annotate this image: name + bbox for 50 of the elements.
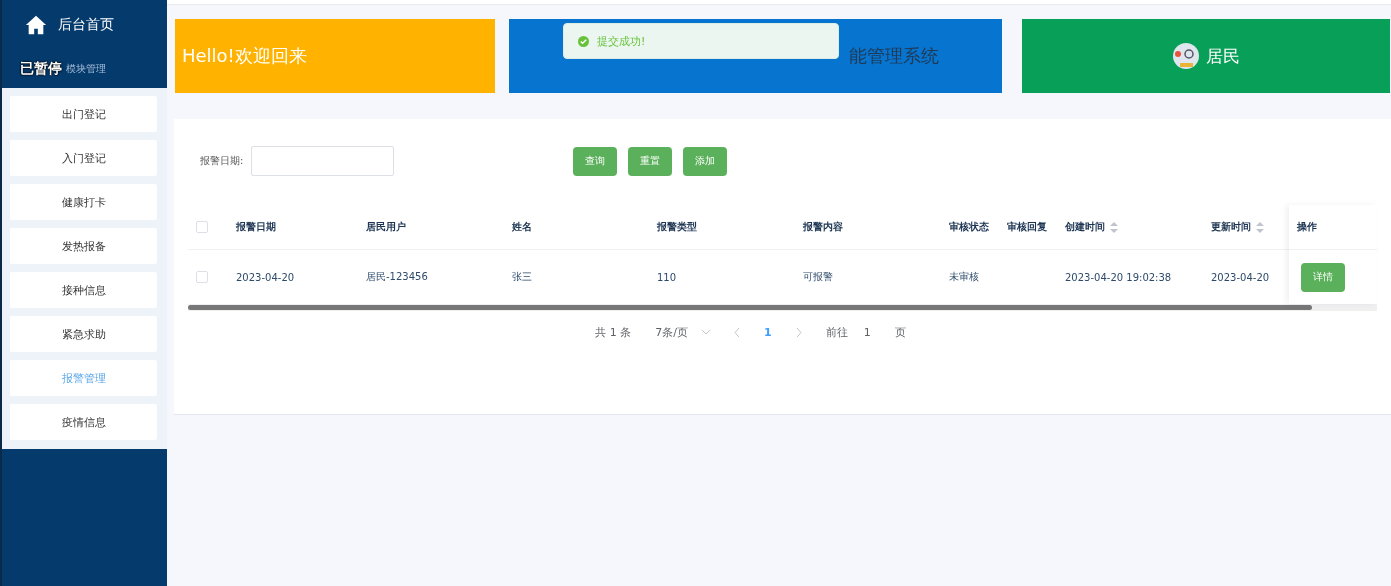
table-cell: 110 bbox=[657, 271, 677, 283]
paused-label: 已暂停 bbox=[20, 60, 62, 78]
date-input[interactable] bbox=[251, 146, 395, 176]
column-header: 姓名 bbox=[512, 220, 532, 234]
column-header: 创建时间 bbox=[1065, 220, 1105, 234]
home-icon bbox=[24, 14, 48, 36]
table-cell: 未审核 bbox=[949, 271, 979, 282]
menu-item[interactable]: 接种信息 bbox=[10, 272, 157, 308]
avatar-icon bbox=[1172, 42, 1200, 70]
table-cell: 2023-04-20 bbox=[236, 271, 295, 283]
menu-item[interactable]: 疫情信息 bbox=[10, 404, 157, 440]
table-cell: 张三 bbox=[512, 271, 532, 282]
check-circle-icon bbox=[578, 35, 589, 47]
pages-label: 页 bbox=[894, 325, 906, 340]
row-checkbox[interactable] bbox=[196, 271, 208, 283]
menu-item[interactable]: 紧急求助 bbox=[10, 316, 157, 352]
chevron-down-icon bbox=[702, 330, 711, 335]
column-header: 操作 bbox=[1297, 220, 1317, 234]
menu-item[interactable]: 出门登记 bbox=[10, 96, 157, 132]
toast-message: 提交成功! bbox=[597, 33, 646, 49]
column-header: 报警日期 bbox=[236, 220, 276, 234]
goto-page-field[interactable]: 1 bbox=[863, 326, 871, 339]
menu-item[interactable]: 发热报备 bbox=[10, 228, 157, 264]
select-all-checkbox[interactable] bbox=[196, 221, 208, 233]
goto-label: 前往 bbox=[825, 325, 848, 340]
table-cell: 2023-04-20 19:02:38 bbox=[1065, 271, 1172, 283]
sort-icon[interactable] bbox=[1256, 221, 1264, 233]
prev-page-icon[interactable] bbox=[734, 328, 741, 337]
column-header: 报警类型 bbox=[657, 220, 697, 234]
column-header: 报警内容 bbox=[803, 220, 843, 234]
role-label: 居民 bbox=[1206, 44, 1240, 68]
menu-item[interactable]: 健康打卡 bbox=[10, 184, 157, 220]
home-link[interactable]: 后台首页 bbox=[58, 16, 114, 34]
page-size-select[interactable]: 7条/页 bbox=[655, 325, 711, 340]
total-count: 共 1 条 bbox=[595, 325, 632, 340]
scrollbar-thumb[interactable] bbox=[188, 305, 1312, 310]
column-header: 更新时间 bbox=[1211, 220, 1251, 234]
table-cell: 可报警 bbox=[803, 271, 833, 282]
date-label: 报警日期: bbox=[200, 154, 244, 168]
next-page-icon[interactable] bbox=[795, 328, 802, 337]
system-title: 能管理系统 bbox=[849, 44, 939, 68]
sort-icon[interactable] bbox=[1110, 221, 1118, 233]
column-header: 居民用户 bbox=[366, 220, 406, 234]
greeting-text: Hello!欢迎回来 bbox=[182, 44, 307, 68]
table-cell: 居民-123456 bbox=[366, 271, 428, 282]
section-title[interactable]: 模块管理 bbox=[66, 62, 106, 76]
table-cell: 2023-04-20 bbox=[1211, 271, 1269, 283]
column-header: 审核状态 bbox=[949, 220, 989, 234]
menu-item[interactable]: 入门登记 bbox=[10, 140, 157, 176]
column-header: 审核回复 bbox=[1007, 220, 1047, 234]
